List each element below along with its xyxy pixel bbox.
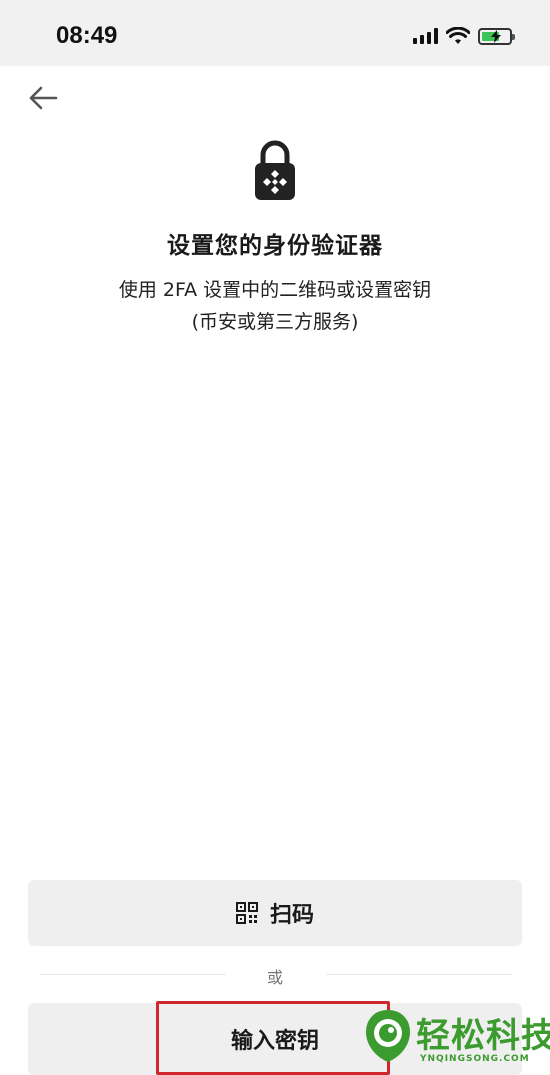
charging-bolt-icon: [491, 29, 501, 43]
qr-code-icon: [235, 902, 258, 924]
divider-right: [326, 974, 512, 975]
watermark-title: 轻松科技: [416, 1016, 550, 1056]
lock-binance-icon: [252, 140, 298, 202]
subtitle-line-1: 使用 2FA 设置中的二维码或设置密钥: [118, 279, 432, 301]
status-icons: [413, 25, 515, 47]
status-time: 08:49: [56, 22, 118, 49]
back-button[interactable]: [26, 83, 60, 113]
highlight-annotation-box: [156, 1001, 390, 1075]
watermark: 轻松科技 YNQINGSONG.COM: [362, 1004, 550, 1075]
page-subtitle: 使用 2FA 设置中的二维码或设置密钥 (币安或第三方服务): [0, 274, 550, 338]
wifi-icon: [446, 27, 470, 44]
arrow-left-icon: [29, 86, 58, 110]
scan-button-label: 扫码: [269, 903, 314, 928]
watermark-logo-icon: [366, 1010, 410, 1062]
subtitle-line-2: (币安或第三方服务): [191, 311, 359, 333]
cellular-signal-icon: [413, 28, 438, 44]
watermark-subtitle: YNQINGSONG.COM: [420, 1054, 530, 1064]
or-separator: 或: [266, 968, 283, 987]
status-bar: 08:49: [0, 0, 550, 66]
page-title: 设置您的身份验证器: [167, 233, 383, 259]
scan-qr-button[interactable]: 扫码: [28, 880, 522, 946]
battery-icon: [478, 27, 515, 45]
